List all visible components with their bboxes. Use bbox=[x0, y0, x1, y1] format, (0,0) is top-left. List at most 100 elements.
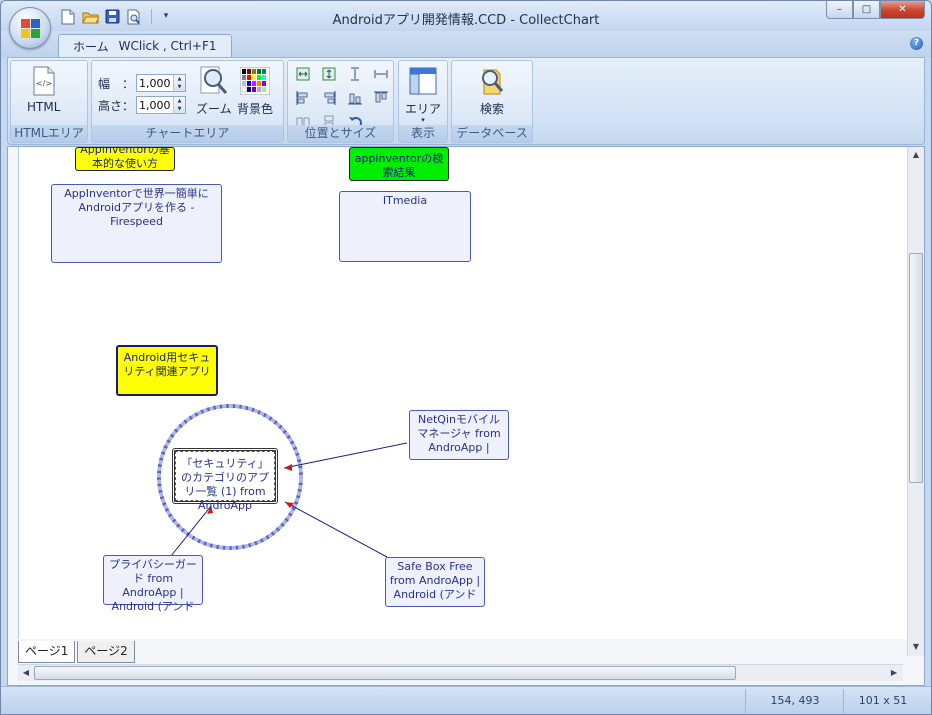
scroll-right-arrow-icon[interactable]: ▶ bbox=[886, 665, 902, 681]
node-android-security-apps[interactable]: Android用セキュリティ関連アプリ bbox=[116, 345, 218, 396]
align-right-icon[interactable] bbox=[320, 89, 338, 107]
group-chart-area-label: チャートエリア bbox=[92, 125, 283, 142]
title-bar: Androidアプリ開発情報.CCD - CollectChart ▾ – □ … bbox=[1, 1, 931, 31]
fit-width-icon[interactable] bbox=[294, 65, 312, 83]
width-label: 幅 ： bbox=[98, 76, 135, 91]
group-database-label: データベース bbox=[452, 125, 532, 142]
app-window: Androidアプリ開発情報.CCD - CollectChart ▾ – □ … bbox=[0, 0, 932, 715]
background-color-button-label: 背景色 bbox=[237, 102, 274, 116]
qat-separator bbox=[151, 9, 152, 24]
collectchart-logo-icon bbox=[21, 19, 41, 39]
html-document-icon: </> bbox=[28, 65, 60, 97]
status-selection-size: 101 x 51 bbox=[858, 694, 908, 707]
node-appinventor-firespeed[interactable]: AppInventorで世界一簡単にAndroidアプリを作る - Firesp… bbox=[51, 184, 222, 263]
height-spinner-arrows[interactable]: ▲ ▼ bbox=[173, 97, 185, 113]
link-netqin-to-category bbox=[283, 442, 408, 469]
page-tabs: ページ1 ページ2 bbox=[18, 641, 137, 665]
qat-customize-dropdown[interactable]: ▾ bbox=[160, 8, 172, 25]
zoom-button[interactable]: ズーム bbox=[196, 65, 232, 117]
area-dropdown-arrow-icon: ▾ bbox=[421, 116, 425, 124]
node-appinventor-search-results[interactable]: appinventorの検索結果 bbox=[349, 147, 449, 181]
maximize-button[interactable]: □ bbox=[853, 1, 880, 19]
chart-canvas[interactable]: AppInventorの基本的な使い方 AppInventorで世界一簡単にAn… bbox=[18, 147, 913, 639]
vertical-scrollbar[interactable]: ▲ ▼ bbox=[907, 147, 924, 656]
align-left-icon[interactable] bbox=[294, 89, 312, 107]
html-button[interactable]: </> HTML bbox=[27, 65, 60, 114]
print-preview-icon[interactable] bbox=[125, 8, 143, 25]
width-spinner-arrows[interactable]: ▲ ▼ bbox=[173, 75, 185, 91]
same-width-icon[interactable] bbox=[372, 65, 390, 83]
quick-access-toolbar: ▾ bbox=[59, 8, 172, 25]
status-divider bbox=[745, 689, 746, 713]
height-row: 高さ： ▲▼ bbox=[98, 96, 186, 114]
group-chart-area: 幅 ： ▲▼ 高さ： ▲▼ ズーム bbox=[91, 60, 284, 143]
new-file-icon[interactable] bbox=[59, 8, 77, 25]
horizontal-scrollbar[interactable]: ◀ ▶ bbox=[18, 664, 903, 681]
zoom-button-label: ズーム bbox=[196, 102, 232, 116]
node-privacy-guard[interactable]: プライバシーガード from AndroApp | Android (アンド bbox=[103, 555, 203, 613]
scroll-left-arrow-icon[interactable]: ◀ bbox=[18, 665, 34, 681]
width-row: 幅 ： ▲▼ bbox=[98, 74, 186, 92]
color-palette-icon bbox=[239, 65, 271, 97]
tab-home-shortcut-hint: WClick , Ctrl+F1 bbox=[118, 39, 217, 53]
document-area: AppInventorの基本的な使い方 AppInventorで世界一簡単にAn… bbox=[7, 146, 925, 686]
scroll-up-arrow-icon[interactable]: ▲ bbox=[908, 147, 924, 163]
link-netqin-arrowhead bbox=[284, 464, 292, 471]
search-button-label: 検索 bbox=[479, 102, 504, 116]
status-bar: 154, 493 101 x 51 bbox=[1, 686, 931, 714]
status-cursor-coords: 154, 493 bbox=[770, 694, 820, 707]
tab-home[interactable]: ホーム WClick , Ctrl+F1 bbox=[58, 34, 232, 57]
link-safebox-to-category bbox=[284, 501, 388, 558]
status-divider bbox=[843, 689, 844, 713]
minimize-button[interactable]: – bbox=[826, 1, 853, 19]
group-position-size: 位置とサイズ bbox=[287, 60, 394, 143]
node-appinventor-search-results-text: appinventorの検索結果 bbox=[354, 152, 444, 179]
height-spinner[interactable]: ▲▼ bbox=[136, 96, 186, 114]
node-appinventor-basic[interactable]: AppInventorの基本的な使い方 bbox=[75, 147, 175, 171]
height-input[interactable] bbox=[137, 98, 171, 112]
save-icon[interactable] bbox=[103, 8, 121, 25]
group-html-area-label: HTMLエリア bbox=[11, 125, 87, 142]
node-appinventor-basic-text: AppInventorの基本的な使い方 bbox=[80, 147, 170, 170]
application-menu-button[interactable] bbox=[9, 7, 51, 49]
fit-height-icon[interactable] bbox=[320, 65, 338, 83]
group-position-size-label: 位置とサイズ bbox=[288, 125, 393, 142]
close-button[interactable]: ✕ bbox=[880, 1, 925, 19]
align-bottom-icon[interactable] bbox=[346, 89, 364, 107]
group-display: エリア ▾ 表示 bbox=[398, 60, 448, 143]
search-icon bbox=[476, 65, 508, 97]
node-safe-box-free[interactable]: Safe Box Free from AndroApp | Android (ア… bbox=[385, 557, 485, 607]
area-button[interactable]: エリア ▾ bbox=[405, 65, 442, 124]
layout-area-icon bbox=[407, 65, 439, 97]
height-label: 高さ： bbox=[98, 98, 135, 113]
help-icon[interactable]: ? bbox=[910, 37, 923, 50]
node-itmedia[interactable]: ITmedia bbox=[339, 191, 471, 262]
background-color-button[interactable]: 背景色 bbox=[237, 65, 273, 117]
page-tab-2[interactable]: ページ2 bbox=[77, 641, 135, 663]
node-netqin-mobile-manager[interactable]: NetQinモバイルマネージャ from AndroApp | bbox=[409, 410, 509, 460]
page-tab-1[interactable]: ページ1 bbox=[18, 641, 76, 663]
window-controls: – □ ✕ bbox=[826, 1, 925, 19]
area-button-label: エリア bbox=[405, 102, 442, 116]
node-security-category-apps[interactable]: 「セキュリティ」のカテゴリのアプリ一覧 (1) from AndroApp bbox=[172, 448, 278, 512]
group-display-label: 表示 bbox=[399, 125, 447, 142]
same-height-icon[interactable] bbox=[346, 65, 364, 83]
group-database: 検索 データベース bbox=[451, 60, 533, 143]
magnifier-icon bbox=[198, 65, 230, 97]
tab-home-label: ホーム bbox=[73, 39, 109, 54]
svg-text:</>: </> bbox=[36, 79, 52, 88]
open-folder-icon[interactable] bbox=[81, 8, 99, 25]
link-privacy-to-category bbox=[170, 505, 212, 557]
align-top-icon[interactable] bbox=[372, 89, 390, 107]
group-html-area: </> HTML HTMLエリア bbox=[10, 60, 88, 143]
horizontal-scroll-thumb[interactable] bbox=[34, 666, 736, 680]
scroll-down-arrow-icon[interactable]: ▼ bbox=[908, 639, 924, 655]
ribbon: </> HTML HTMLエリア 幅 ： ▲▼ 高さ： ▲▼ bbox=[7, 57, 925, 145]
vertical-scroll-thumb[interactable] bbox=[909, 253, 923, 483]
position-size-tools bbox=[294, 65, 390, 131]
html-button-label: HTML bbox=[27, 100, 61, 114]
width-input[interactable] bbox=[137, 76, 171, 90]
width-spinner[interactable]: ▲▼ bbox=[136, 74, 186, 92]
search-button[interactable]: 検索 bbox=[476, 65, 508, 117]
ribbon-tab-bar: ホーム WClick , Ctrl+F1 ? bbox=[1, 31, 931, 57]
